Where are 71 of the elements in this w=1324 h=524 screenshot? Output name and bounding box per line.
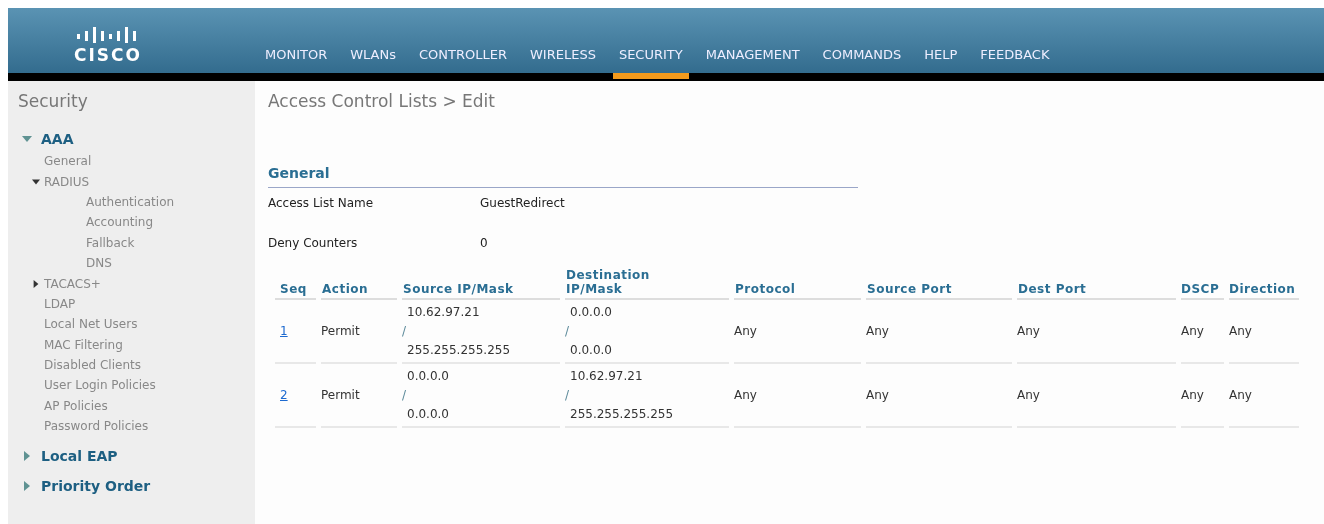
logo-text: CISCO	[74, 46, 142, 64]
sidebar-item[interactable]: AP Policies	[44, 398, 108, 413]
ip-mask: 255.255.255.255	[406, 341, 512, 359]
table-cell: Any	[734, 388, 757, 402]
separator-text: /	[402, 386, 408, 404]
ip-mask: 255.255.255.255	[569, 405, 675, 423]
column-header: Action	[322, 282, 369, 296]
ip-mask: 0.0.0.0	[569, 341, 613, 359]
column-header: Protocol	[735, 282, 796, 296]
field-value: 0	[480, 236, 488, 252]
page-title: Access Control Lists > Edit	[268, 91, 496, 111]
field-value: GuestRedirect	[480, 196, 565, 212]
column-header: Source IP/Mask	[403, 282, 514, 296]
sidebar-item[interactable]: Local Net Users	[44, 317, 138, 332]
sidebar-item[interactable]: Accounting	[86, 215, 153, 230]
nav-tab[interactable]: MONITOR	[259, 47, 334, 79]
sidebar-item[interactable]: Priority Order	[41, 478, 151, 495]
separator-text: /	[565, 386, 571, 404]
separator-text: /	[565, 322, 571, 340]
table-cell: Any	[734, 324, 757, 338]
sidebar-item[interactable]: MAC Filtering	[44, 337, 123, 352]
sidebar-item[interactable]: Fallback	[86, 235, 135, 250]
table-cell: Permit	[321, 388, 360, 402]
column-header: Dest Port	[1018, 282, 1087, 296]
sidebar-item[interactable]: Local EAP	[41, 448, 118, 465]
nav-tab[interactable]: COMMANDS	[816, 47, 908, 79]
sidebar-item[interactable]: Disabled Clients	[44, 358, 141, 373]
nav-tab[interactable]: MANAGEMENT	[699, 47, 806, 79]
sidebar-item[interactable]: Authentication	[86, 194, 175, 209]
column-header: Destination IP/Mask	[566, 268, 651, 296]
sidebar-item[interactable]: TACACS+	[44, 276, 101, 291]
column-header: Direction	[1229, 282, 1296, 296]
collapse-arrow-icon[interactable]	[32, 177, 40, 186]
ip-address: 10.62.97.21	[406, 303, 481, 321]
table-cell: Any	[1181, 324, 1204, 338]
sidebar-item[interactable]: RADIUS	[44, 174, 90, 189]
nav-tab[interactable]: WIRELESS	[524, 47, 602, 79]
sidebar-item[interactable]: DNS	[86, 256, 112, 271]
field-label: Deny Counters	[268, 236, 359, 252]
separator-text: /	[402, 322, 408, 340]
table-cell: Any	[1181, 388, 1204, 402]
ip-address: 0.0.0.0	[406, 367, 450, 385]
column-header: Seq	[280, 282, 307, 296]
logo-bars-icon	[77, 27, 139, 43]
table-cell: Any	[866, 324, 889, 338]
table-cell: Permit	[321, 324, 360, 338]
column-header: Source Port	[867, 282, 952, 296]
section-heading: General	[268, 165, 858, 188]
table-cell: Any	[1229, 388, 1252, 402]
sidebar-item[interactable]: General	[44, 154, 92, 169]
sidebar-title: Security	[18, 91, 89, 111]
nav-tab[interactable]: HELP	[918, 47, 964, 79]
table-cell: Any	[866, 388, 889, 402]
ip-address: 0.0.0.0	[569, 303, 613, 321]
nav-tab[interactable]: WLANs	[344, 47, 402, 79]
ip-address: 10.62.97.21	[569, 367, 644, 385]
table-cell: Any	[1017, 388, 1040, 402]
sequence-link[interactable]: 2	[280, 388, 288, 402]
nav-tab[interactable]: CONTROLLER	[413, 47, 513, 79]
field-label: Access List Name	[268, 196, 375, 212]
ip-mask: 0.0.0.0	[406, 405, 450, 423]
sequence-link[interactable]: 1	[280, 324, 288, 338]
sidebar-item[interactable]: AAA	[41, 131, 74, 147]
sidebar-item[interactable]: Password Policies	[44, 419, 149, 434]
sidebar-item[interactable]: User Login Policies	[44, 378, 156, 393]
column-header: DSCP	[1181, 282, 1220, 296]
expand-arrow-icon[interactable]	[32, 279, 40, 288]
table-cell: Any	[1017, 324, 1040, 338]
table-cell: Any	[1229, 324, 1252, 338]
nav-tab[interactable]: FEEDBACK	[974, 47, 1056, 79]
sidebar-item[interactable]: LDAP	[44, 296, 76, 311]
